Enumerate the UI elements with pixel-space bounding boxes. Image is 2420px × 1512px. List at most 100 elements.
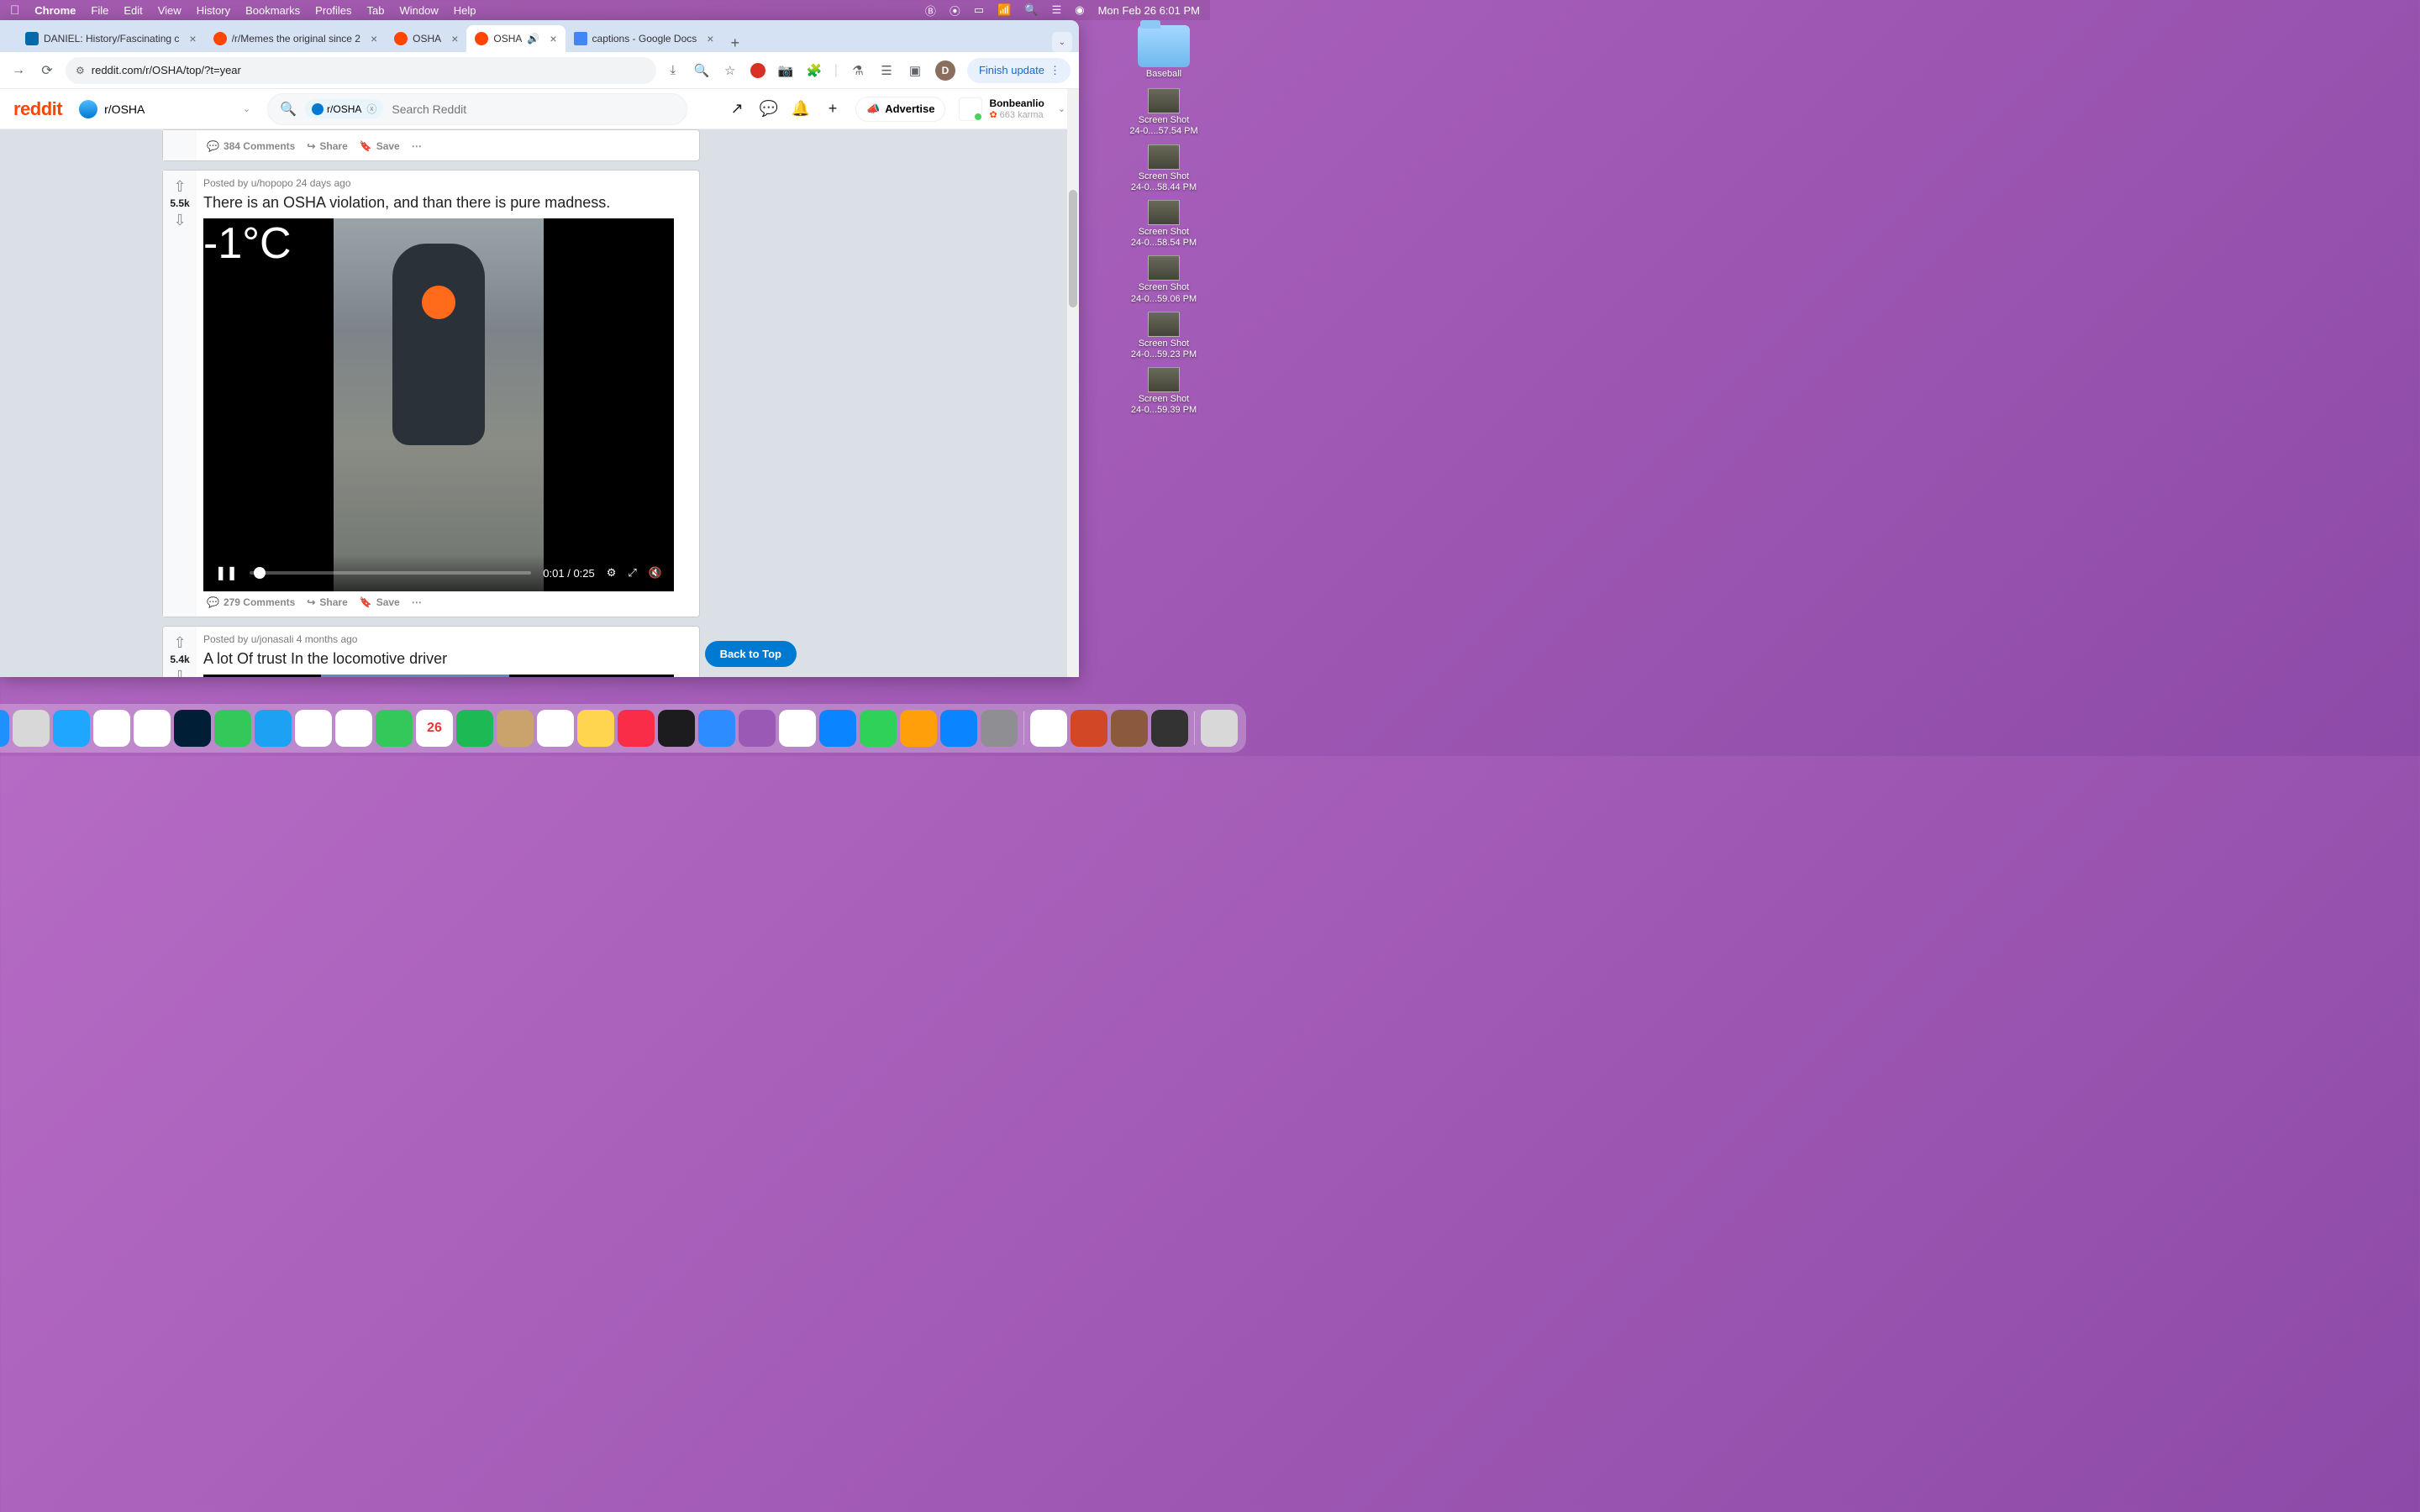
dock-app-calendar[interactable]: 26 [416,710,453,747]
profile-avatar[interactable]: D [935,60,955,81]
chip-clear-icon[interactable]: ⓧ [366,102,376,116]
app-name[interactable]: Chrome [34,4,76,17]
dock-app-news[interactable] [779,710,816,747]
pause-button[interactable]: ❚❚ [215,564,238,581]
community-dropdown[interactable]: r/OSHA ⌄ [72,97,257,122]
post-card[interactable]: ⇧ 5.5k ⇩ Posted by u/hopopo 24 days ago … [162,170,700,617]
dock-app-photobooth[interactable] [1151,710,1188,747]
post-author[interactable]: u/jonasali [251,633,294,645]
reload-button[interactable]: ⟳ [37,60,57,81]
advertise-button[interactable]: 📣 Advertise [855,97,945,122]
dock-app-powerpoint[interactable] [1071,710,1107,747]
desktop-screenshot[interactable]: Screen Shot24-0...58.54 PM [1131,200,1197,249]
dock-app-tv[interactable] [658,710,695,747]
post-title[interactable]: There is an OSHA violation, and than the… [203,194,692,212]
menu-window[interactable]: Window [400,4,439,17]
reddit-logo[interactable]: reddit [13,98,62,120]
dock-app-safari[interactable] [53,710,90,747]
zoom-icon[interactable]: 🔍 [693,62,710,79]
dock-app-contacts[interactable] [497,710,534,747]
close-icon[interactable]: × [550,32,556,45]
upvote-button[interactable]: ⇧ [173,635,186,650]
audio-icon[interactable]: 🔊 [527,33,539,45]
dock-app-reminders[interactable] [537,710,574,747]
dock-app-spotify[interactable] [456,710,493,747]
dock-app-facetime[interactable] [376,710,413,747]
video-progress-bar[interactable] [250,571,531,575]
menu-edit[interactable]: Edit [124,4,142,17]
settings-gear-icon[interactable]: ⚙ [607,566,617,580]
dock-app-messages[interactable] [214,710,251,747]
more-actions-button[interactable]: ⋯ [412,596,422,608]
save-button[interactable]: 🔖 Save [360,140,400,152]
post-title[interactable]: A lot Of trust In the locomotive driver [203,650,692,668]
fullscreen-icon[interactable]: ⤢ [628,566,636,580]
battery-icon[interactable]: ▭ [974,3,984,17]
dock-app-chrome[interactable] [93,710,130,747]
dock-app-numbers[interactable] [860,710,897,747]
desktop-screenshot[interactable]: Screen Shot24-0....57.54 PM [1129,88,1197,137]
dock-app-trash[interactable] [1201,710,1238,747]
apple-menu-icon[interactable]:  [10,3,19,18]
desktop-screenshot[interactable]: Screen Shot24-0...58.44 PM [1131,144,1197,193]
desktop-folder[interactable]: Baseball [1138,25,1190,80]
finish-update-button[interactable]: Finish update ⋮ [967,58,1071,83]
close-icon[interactable]: × [451,32,458,45]
browser-tab-trello[interactable]: DANIEL: History/Fascinating c × [17,25,205,52]
search-scope-chip[interactable]: r/OSHA ⓧ [305,99,383,118]
dock-app-screenshot[interactable] [1030,710,1067,747]
forward-button[interactable]: → [8,60,29,81]
site-settings-icon[interactable]: ⚙ [76,65,85,76]
wifi-icon[interactable]: 📶 [997,3,1011,17]
reddit-search-bar[interactable]: 🔍 r/OSHA ⓧ [267,93,687,125]
close-icon[interactable]: × [707,32,713,45]
scrollbar[interactable] [1067,89,1079,677]
desktop-screenshot[interactable]: Screen Shot24-0...59.23 PM [1131,312,1197,360]
comments-button[interactable]: 💬 384 Comments [207,140,295,152]
dock-app-zoom[interactable] [698,710,735,747]
address-bar[interactable]: ⚙ reddit.com/r/OSHA/top/?t=year [66,57,656,84]
dock-app-launchpad[interactable] [13,710,50,747]
menu-help[interactable]: Help [454,4,476,17]
dock-app-photoshop[interactable] [174,710,211,747]
upvote-button[interactable]: ⇧ [173,179,186,194]
popular-icon[interactable]: ↗ [728,100,746,118]
menu-file[interactable]: File [91,4,108,17]
create-post-icon[interactable]: + [823,100,842,118]
post-author[interactable]: u/hopopo [251,177,293,189]
labs-icon[interactable]: ⚗ [850,62,866,79]
browser-tab-docs[interactable]: captions - Google Docs × [566,25,723,52]
video-player[interactable]: -1°C ❚❚ 0:01 / 0:25 ⚙ ⤢ 🔇 [203,218,674,591]
dock-app-maps[interactable] [295,710,332,747]
mute-icon[interactable]: 🔇 [649,566,662,580]
close-icon[interactable]: × [371,32,377,45]
bookmark-star-icon[interactable]: ☆ [722,62,739,79]
desktop-screenshot[interactable]: Screen Shot24-0...59.06 PM [1131,255,1197,304]
share-button[interactable]: ↪ Share [307,140,347,152]
menu-bookmarks[interactable]: Bookmarks [245,4,300,17]
spotlight-icon[interactable]: 🔍 [1024,3,1038,17]
camera-extension-icon[interactable]: 📷 [777,62,794,79]
close-icon[interactable]: × [189,32,196,45]
post-card-next[interactable]: ⇧ 5.4k ⇩ Posted by u/jonasali 4 months a… [162,626,700,677]
menu-tab[interactable]: Tab [367,4,385,17]
dock-app-dictionary[interactable] [1111,710,1148,747]
install-icon[interactable]: ⤓ [665,62,681,79]
progress-thumb[interactable] [254,567,266,579]
notifications-icon[interactable]: 🔔 [792,100,810,118]
menu-profiles[interactable]: Profiles [315,4,351,17]
menu-view[interactable]: View [158,4,182,17]
dock-app-mail[interactable] [255,710,292,747]
reading-list-icon[interactable]: ☰ [878,62,895,79]
dock-app-pages[interactable] [900,710,937,747]
screenrecord-icon[interactable]: ⦿ [950,3,960,18]
browser-tab-memes[interactable]: /r/Memes the original since 2 × [205,25,387,52]
sidepanel-icon[interactable]: ▣ [907,62,923,79]
desktop-screenshot[interactable]: Screen Shot24-0...59.39 PM [1131,367,1197,416]
back-to-top-button[interactable]: Back to Top [705,641,797,667]
user-menu[interactable]: Bonbeanlio ✿663 karma ⌄ [959,97,1065,121]
chat-icon[interactable]: 💬 [760,100,778,118]
share-button[interactable]: ↪ Share [307,596,347,608]
dock-app-slack[interactable] [134,710,171,747]
more-actions-button[interactable]: ⋯ [412,140,422,152]
